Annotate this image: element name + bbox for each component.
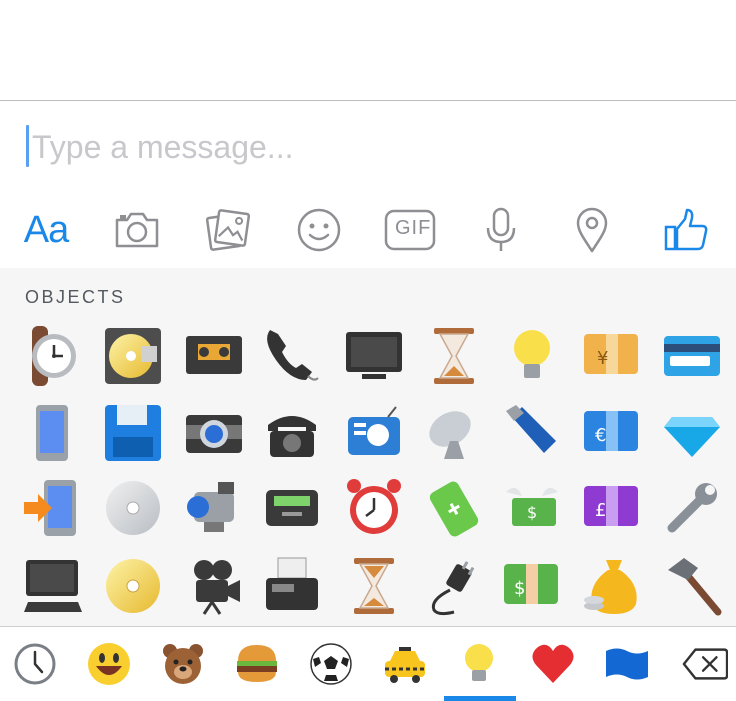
backspace-button[interactable]	[682, 641, 728, 687]
electric-plug-emoji[interactable]	[431, 561, 475, 616]
hourglass-emoji[interactable]	[434, 328, 474, 384]
location-button[interactable]	[562, 200, 622, 260]
pager-emoji[interactable]	[266, 490, 318, 526]
money-bag-emoji[interactable]	[584, 560, 637, 614]
telephone-emoji[interactable]	[268, 416, 316, 457]
videocassette-emoji[interactable]	[186, 336, 242, 374]
wrench-emoji[interactable]	[667, 483, 717, 533]
television-emoji[interactable]	[346, 332, 402, 379]
thumbs-up-icon	[664, 208, 708, 251]
alarm-clock-emoji[interactable]	[347, 479, 401, 534]
money-with-wings-emoji[interactable]: $	[506, 487, 558, 526]
gif-label: GIF	[395, 217, 432, 239]
banknote-pound-emoji[interactable]: £	[584, 486, 638, 526]
tab-animals[interactable]	[160, 641, 206, 687]
location-pin-icon	[576, 207, 608, 253]
gif-button[interactable]: GIF	[380, 200, 440, 260]
food-icon	[237, 645, 277, 682]
banknote-dollar-emoji[interactable]: $	[504, 564, 558, 604]
conversation-area	[0, 0, 736, 100]
dvd-emoji[interactable]	[106, 559, 160, 613]
mobile-phone-emoji[interactable]	[36, 405, 68, 461]
computer-disk-emoji[interactable]	[105, 328, 161, 384]
hammer-emoji[interactable]	[668, 558, 722, 616]
emoji-grid: ¥ € $ £ $	[24, 326, 722, 616]
banknote-yen-emoji[interactable]: ¥	[584, 334, 638, 374]
category-tabbar	[0, 626, 736, 701]
microphone-icon	[486, 207, 516, 251]
hourglass-flowing-emoji[interactable]	[354, 558, 394, 614]
satellite-antenna-emoji[interactable]	[423, 404, 477, 459]
composer-toolbar: Aa GIF	[0, 192, 736, 268]
smileys-icon	[88, 643, 130, 685]
gem-stone-emoji[interactable]	[664, 417, 720, 457]
gallery-icon	[205, 209, 251, 251]
movie-camera-emoji[interactable]	[194, 560, 240, 615]
svg-text:$: $	[527, 503, 537, 522]
symbols-icon	[532, 644, 574, 683]
svg-text:€: €	[595, 425, 606, 446]
tab-activity[interactable]	[308, 641, 354, 687]
floppy-disk-emoji[interactable]	[105, 405, 161, 461]
emoji-button[interactable]	[289, 200, 349, 260]
objects-icon	[465, 644, 493, 681]
selected-tab-indicator	[444, 696, 516, 701]
radio-emoji[interactable]	[348, 406, 400, 455]
desktop-computer-emoji[interactable]	[24, 560, 82, 612]
camera-button[interactable]	[107, 200, 167, 260]
video-camera-emoji[interactable]	[187, 482, 234, 532]
tab-recent[interactable]	[12, 641, 58, 687]
flags-icon	[606, 648, 648, 680]
tab-travel[interactable]	[382, 641, 428, 687]
tab-food[interactable]	[234, 641, 280, 687]
recent-clock-icon	[14, 643, 56, 685]
text-format-label: Aa	[23, 208, 69, 251]
emoji-picker: OBJECTS ¥ € $ £ $	[0, 268, 736, 626]
emoji-icon	[297, 208, 341, 252]
calling-emoji[interactable]	[24, 480, 76, 536]
text-format-button[interactable]: Aa	[16, 200, 76, 260]
travel-icon	[385, 647, 425, 683]
credit-card-emoji[interactable]	[664, 336, 720, 376]
tab-objects[interactable]	[456, 641, 502, 687]
text-caret	[26, 125, 29, 167]
activity-icon	[310, 643, 352, 685]
flashlight-emoji[interactable]	[506, 405, 556, 453]
fax-machine-emoji[interactable]	[266, 557, 318, 610]
battery-emoji[interactable]	[428, 479, 481, 538]
svg-text:¥: ¥	[597, 348, 608, 369]
light-bulb-emoji[interactable]	[514, 330, 550, 378]
tab-symbols[interactable]	[530, 641, 576, 687]
svg-text:£: £	[595, 500, 606, 521]
watch-emoji[interactable]	[32, 326, 76, 386]
gallery-button[interactable]	[198, 200, 258, 260]
like-button[interactable]	[656, 200, 716, 260]
camera-emoji[interactable]	[186, 415, 242, 453]
optical-disk-emoji[interactable]	[106, 481, 160, 535]
tab-smileys[interactable]	[86, 641, 132, 687]
camera-icon	[115, 212, 159, 248]
svg-text:$: $	[514, 578, 525, 599]
tab-flags[interactable]	[604, 641, 650, 687]
message-input[interactable]	[32, 119, 712, 175]
banknote-euro-emoji[interactable]: €	[584, 411, 638, 451]
voice-button[interactable]	[471, 200, 531, 260]
backspace-icon	[682, 648, 728, 680]
composer	[0, 101, 736, 191]
animals-icon	[163, 644, 203, 684]
telephone-receiver-emoji[interactable]	[267, 330, 319, 381]
